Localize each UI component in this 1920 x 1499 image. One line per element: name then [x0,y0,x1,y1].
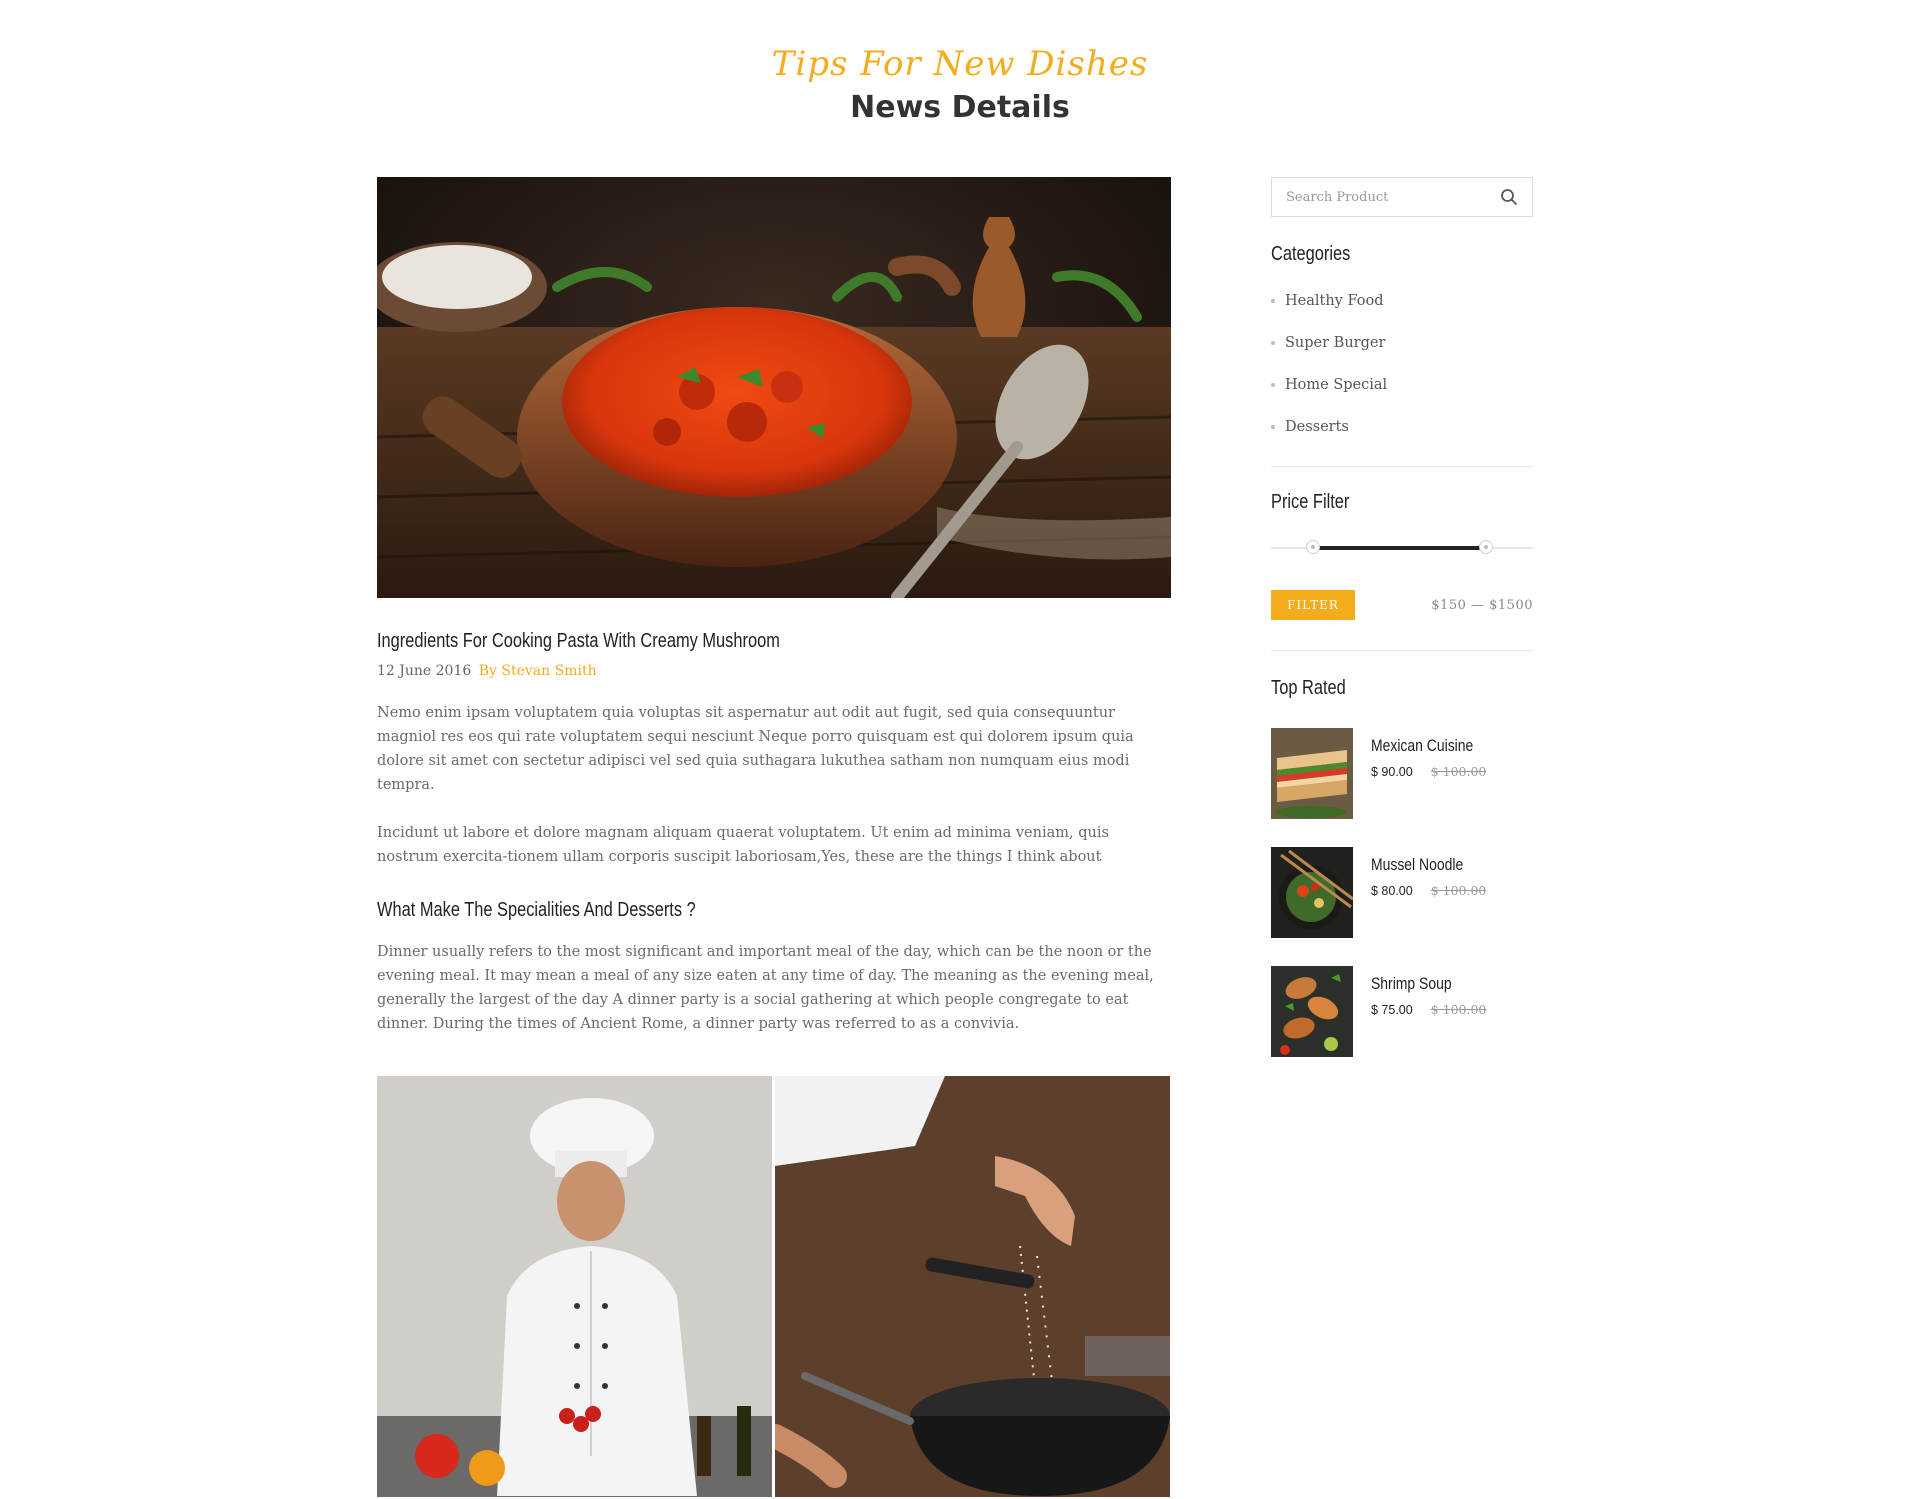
post-author-link[interactable]: By Stevan Smith [479,663,597,679]
filter-row: FILTER $150 — $1500 [1271,590,1533,620]
category-label: Super Burger [1285,335,1386,351]
product-thumbnail[interactable] [1271,728,1353,819]
product-info: Shrimp Soup $ 75.00 $ 100.00 [1371,966,1486,1057]
divider [1271,650,1533,651]
slider-range [1312,546,1486,550]
filter-button[interactable]: FILTER [1271,590,1355,620]
product-item[interactable]: Shrimp Soup $ 75.00 $ 100.00 [1271,966,1533,1057]
page-subtitle-script: Tips For New Dishes [771,44,1149,84]
category-label: Home Special [1285,377,1388,393]
bullet-icon [1271,341,1275,345]
post-paragraph-2: Incidunt ut labore et dolore magnam aliq… [377,825,1109,865]
post-date: 12 June 2016 [377,663,472,679]
product-prices: $ 80.00 $ 100.00 [1371,883,1486,898]
divider [1271,466,1533,467]
shrimp-soup-image [1271,966,1353,1057]
product-name[interactable]: Mexican Cuisine [1371,736,1473,756]
category-list: Healthy Food Super Burger Home Special D… [1271,280,1533,448]
category-item-home-special[interactable]: Home Special [1271,364,1533,406]
product-old-price: $ 100.00 [1430,883,1487,898]
post-paragraph-1: Nemo enim ipsam voluptatem quia voluptas… [377,705,1134,793]
category-item-healthy-food[interactable]: Healthy Food [1271,280,1533,322]
product-name[interactable]: Mussel Noodle [1371,855,1466,875]
search-icon[interactable] [1500,188,1518,206]
product-price: $ 90.00 [1371,765,1413,779]
sandwich-image [1271,728,1353,819]
post-paragraph-3: Dinner usually refers to the most signif… [377,944,1154,1032]
post-title: Ingredients For Cooking Pasta With Cream… [377,630,780,652]
page-title: News Details [850,90,1070,125]
page-header: Tips For New Dishes News Details [0,40,1920,128]
product-name[interactable]: Shrimp Soup [1371,974,1466,994]
product-info: Mexican Cuisine $ 90.00 $ 100.00 [1371,728,1496,819]
category-item-super-burger[interactable]: Super Burger [1271,322,1533,364]
search-input[interactable] [1272,179,1500,215]
product-thumbnail[interactable] [1271,847,1353,938]
slider-handle-max[interactable] [1478,540,1493,554]
product-old-price: $ 100.00 [1430,764,1487,779]
sidebar: Categories Healthy Food Super Burger Hom… [1271,177,1533,1057]
categories-heading: Categories [1271,243,1351,265]
hero-image [377,177,1171,598]
product-thumbnail[interactable] [1271,966,1353,1057]
noodle-bowl-image [1271,847,1353,938]
category-item-desserts[interactable]: Desserts [1271,406,1533,448]
post-gallery [377,1076,1171,1497]
top-rated-heading: Top Rated [1271,677,1346,699]
slider-handle-min[interactable] [1305,540,1320,554]
post-meta: 12 June 2016 By Stevan Smith [377,663,1171,679]
product-info: Mussel Noodle $ 80.00 $ 100.00 [1371,847,1486,938]
seasoning-pan-photo [775,1076,1170,1497]
product-price: $ 75.00 [1371,1003,1413,1017]
bullet-icon [1271,425,1275,429]
product-prices: $ 75.00 $ 100.00 [1371,1002,1486,1017]
price-range-label: $150 — $1500 [1431,597,1533,613]
product-item[interactable]: Mexican Cuisine $ 90.00 $ 100.00 [1271,728,1533,819]
price-filter-heading: Price Filter [1271,491,1350,513]
seasoning-image [775,1076,1170,1497]
price-slider[interactable] [1271,538,1533,558]
post-subheading: What Make The Specialities And Desserts … [377,899,696,921]
article: Ingredients For Cooking Pasta With Cream… [377,177,1171,1497]
category-label: Healthy Food [1285,293,1384,309]
bullet-icon [1271,383,1275,387]
product-price: $ 80.00 [1371,884,1413,898]
bullet-icon [1271,299,1275,303]
chef-image [377,1076,772,1497]
product-old-price: $ 100.00 [1430,1002,1487,1017]
product-item[interactable]: Mussel Noodle $ 80.00 $ 100.00 [1271,847,1533,938]
chef-photo [377,1076,772,1497]
curry-dish-image [377,177,1171,598]
product-prices: $ 90.00 $ 100.00 [1371,764,1496,779]
category-label: Desserts [1285,419,1349,435]
search-box [1271,177,1533,217]
